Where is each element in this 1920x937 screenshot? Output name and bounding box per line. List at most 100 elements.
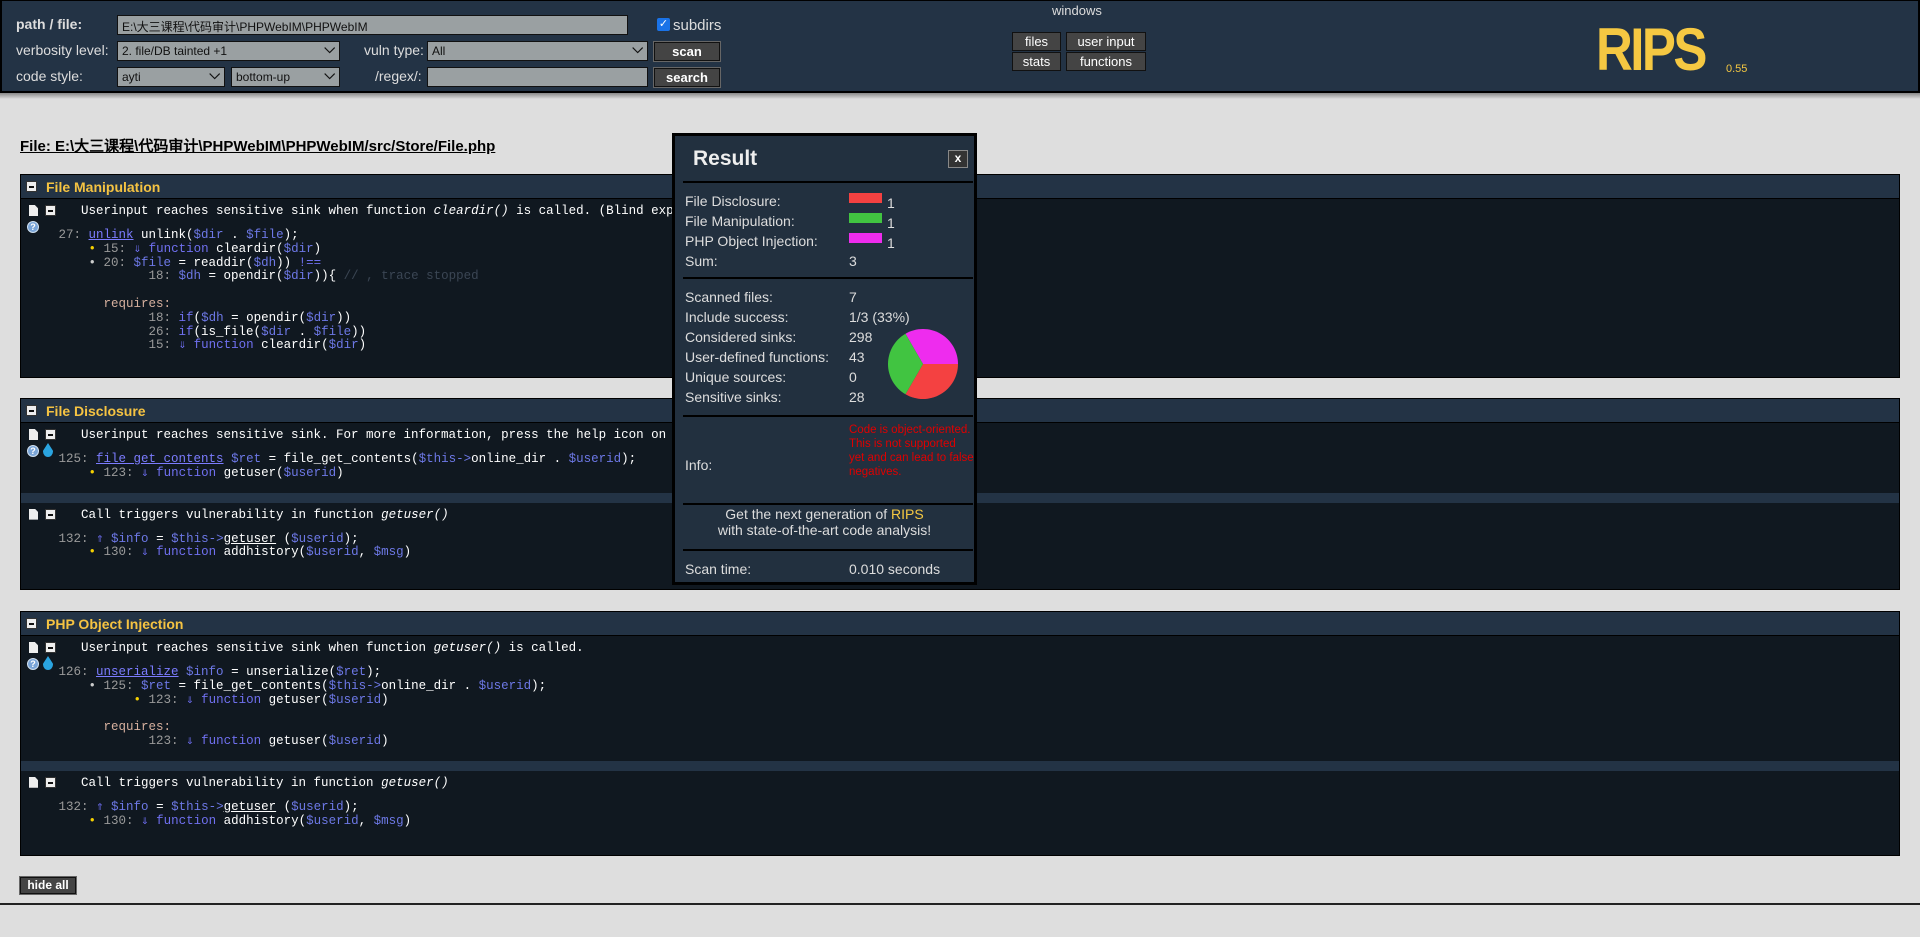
code-token-var: $file <box>246 228 284 242</box>
stat-value: 0 <box>849 369 857 385</box>
verbosity-label: verbosity level: <box>16 42 109 58</box>
code-token-var: $info <box>111 531 149 546</box>
close-result-button[interactable]: x <box>948 150 968 168</box>
code-token-plain: )) <box>351 324 367 339</box>
code-token-arrow[interactable]: ⇓ <box>141 814 156 828</box>
collapse-icon[interactable] <box>45 429 56 440</box>
regex-input[interactable] <box>427 67 648 87</box>
code-token-arrow[interactable]: ⇓ <box>186 693 201 707</box>
stat-label: Include success: <box>685 309 789 325</box>
code-token-plain: , <box>358 813 374 828</box>
code-token-plain: ( <box>276 531 292 546</box>
code-token-arrow[interactable]: ⇓ <box>186 734 201 748</box>
collapse-icon[interactable] <box>45 205 56 216</box>
data-leak-icon[interactable] <box>43 443 53 457</box>
vulnerability-pie-chart <box>888 329 958 399</box>
vuln-type-label: vuln type: <box>364 42 424 58</box>
code-token-bullet: • <box>21 545 104 560</box>
entry-description: Userinput reaches sensitive sink. For mo… <box>81 427 1899 443</box>
help-icon[interactable]: ? <box>27 221 39 233</box>
code-token-sink[interactable]: unserialize <box>96 665 179 679</box>
code-token-plain: . <box>291 324 314 339</box>
footer-divider <box>0 903 1920 905</box>
code-token-num: 15: <box>21 338 179 353</box>
collapse-icon[interactable] <box>26 181 37 192</box>
scan-time-label: Scan time: <box>685 561 752 577</box>
header-shadow <box>0 93 1920 99</box>
promo-rips-link[interactable]: RIPS <box>891 506 924 522</box>
code-token-sink[interactable]: unlink <box>89 228 134 242</box>
code-token-plain: cleardir( <box>208 241 284 256</box>
code-token-num: 20: <box>103 255 134 270</box>
collapse-icon[interactable] <box>26 405 37 416</box>
search-button[interactable]: search <box>653 67 721 88</box>
code-token-plain: addhistory( <box>216 813 307 828</box>
path-input[interactable]: E:\大三课程\代码审计\PHPWebIM\PHPWebIM <box>117 15 628 35</box>
code-token-plain: ) <box>381 692 389 707</box>
collapse-icon[interactable] <box>26 618 37 629</box>
code-token-arrow[interactable]: ⇑ <box>96 532 111 546</box>
code-token-arrow[interactable]: ⇓ <box>179 338 194 352</box>
code-token-plain: ); <box>343 799 359 814</box>
file-title[interactable]: File: E:\大三课程\代码审计\PHPWebIM\PHPWebIM/src… <box>20 135 495 156</box>
code-token-plain: cleardir( <box>253 338 329 353</box>
code-token-com: // , trace stopped <box>343 269 479 284</box>
description-part: cleardir() <box>433 204 509 218</box>
code-token-plain: ( <box>276 799 292 814</box>
code-line: 126: unserialize $info = unserialize($re… <box>21 665 1899 680</box>
stat-value: 28 <box>849 389 865 405</box>
code-token-num: 15: <box>103 241 134 256</box>
code-token-plain: ); <box>343 531 359 546</box>
data-leak-icon[interactable] <box>43 656 53 670</box>
stat-value: 298 <box>849 329 873 345</box>
collapse-icon[interactable] <box>45 776 56 788</box>
code-token-var: $dir <box>328 338 359 353</box>
hide-all-button[interactable]: hide all <box>19 876 77 895</box>
code-token-call[interactable]: getuser <box>224 532 277 546</box>
code-token-arrow[interactable]: ⇓ <box>141 466 156 480</box>
section-title: File Manipulation <box>46 179 161 195</box>
code-token-num: 132: <box>21 531 97 546</box>
code-token-var: $dh <box>178 269 202 284</box>
functions-button[interactable]: functions <box>1066 52 1146 71</box>
code-token-plain: getuser( <box>261 692 329 707</box>
code-token-arrow[interactable]: ⇓ <box>141 545 156 559</box>
code-token-arrow[interactable]: ⇑ <box>96 800 111 814</box>
document-icon[interactable] <box>29 205 38 216</box>
help-icon[interactable]: ? <box>27 445 39 457</box>
code-style-select[interactable]: ayti <box>117 67 225 87</box>
promo-line2: with state-of-the-art code analysis! <box>717 522 932 538</box>
code-token-var: $dir <box>306 310 337 325</box>
vuln-type-select[interactable]: All <box>427 41 648 61</box>
sum-label: Sum: <box>685 253 718 269</box>
code-token-plain: ); <box>366 665 382 679</box>
code-token-bullet: • <box>21 813 104 828</box>
document-icon[interactable] <box>29 508 38 520</box>
vuln-color-bar <box>849 233 882 243</box>
code-token-arrow[interactable]: ⇓ <box>134 242 149 256</box>
code-line: 132: ⇑ $info = $this->getuser ($userid); <box>21 799 1899 815</box>
verbosity-select[interactable]: 2. file/DB tainted +1 <box>117 41 340 61</box>
document-icon[interactable] <box>29 429 38 440</box>
section-header[interactable]: PHP Object Injection <box>21 612 1899 636</box>
code-token-bullet2: • <box>21 678 104 693</box>
code-trace: 132: ⇑ $info = $this->getuser ($userid);… <box>21 799 1899 829</box>
description-part: Call triggers vulnerability in function <box>81 775 382 790</box>
scan-button[interactable]: scan <box>653 41 721 62</box>
document-icon[interactable] <box>29 642 38 653</box>
code-token-kw: function <box>156 465 217 480</box>
files-button[interactable]: files <box>1012 32 1061 51</box>
user-input-button[interactable]: user input <box>1066 32 1146 51</box>
stats-button[interactable]: stats <box>1012 52 1061 71</box>
document-icon[interactable] <box>29 776 38 788</box>
code-token-var: $ret <box>336 665 367 679</box>
code-token-call[interactable]: getuser <box>224 800 277 814</box>
code-token-sink[interactable]: file_get_contents <box>96 452 224 466</box>
collapse-icon[interactable] <box>45 508 56 520</box>
help-icon[interactable]: ? <box>27 658 39 670</box>
order-select[interactable]: bottom-up <box>231 67 340 87</box>
collapse-icon[interactable] <box>45 642 56 653</box>
code-token-var: $userid <box>328 692 382 707</box>
subdirs-checkbox[interactable]: ✓ <box>657 18 670 31</box>
